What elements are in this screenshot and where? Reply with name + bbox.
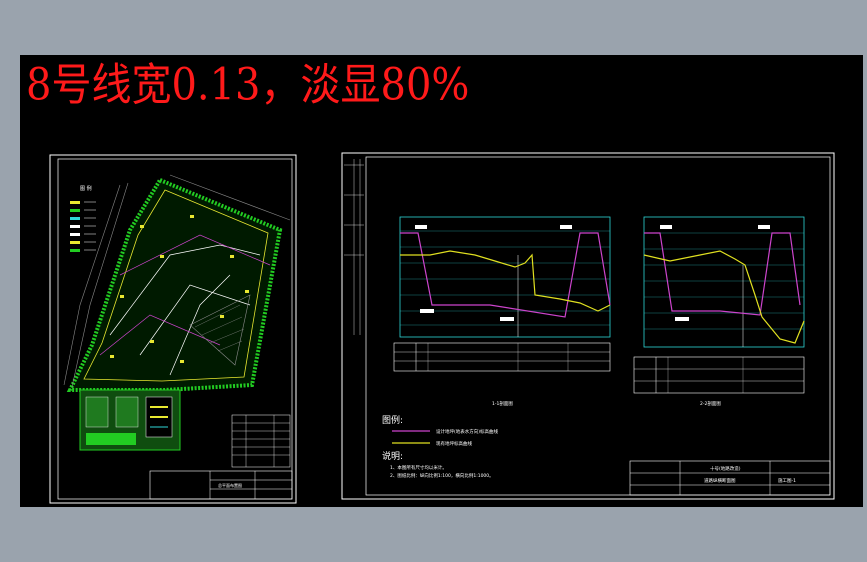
title-block-number: 施工图-1 <box>778 477 796 484</box>
cad-canvas[interactable]: 8号线宽0.13，淡显80% 图 例 总平面布置图 1-1剖面图 2-2剖面图 … <box>20 55 863 507</box>
right-title-block: 十号(地路改造) 道路纵横断面图 施工图-1 <box>629 460 831 496</box>
profile-table-1 <box>393 342 611 372</box>
notes-heading: 说明: <box>382 450 403 462</box>
section-title-1: 1-1剖面图 <box>492 400 513 407</box>
profile-chart-1[interactable] <box>399 216 611 338</box>
design-curve-1 <box>400 232 611 318</box>
title-block-project: 十号(地路改造) <box>710 465 741 472</box>
note-2: 2、图纸比例：纵向比例1:100，横向比例1:1000。 <box>390 472 494 479</box>
design-curve-2 <box>644 232 801 316</box>
left-title-block-label: 总平面布置图 <box>218 482 242 488</box>
legend-existing-label: 现有地坪标高曲线 <box>436 440 472 447</box>
profile-table-2 <box>633 356 805 394</box>
binding-strip <box>344 159 364 335</box>
legend-design-label: 设计地坪(地表水方向)标高曲线 <box>436 428 499 435</box>
right-sheet[interactable]: 1-1剖面图 2-2剖面图 图例: 设计地坪(地表水方向)标高曲线 现有地坪标高… <box>341 152 835 500</box>
site-legend <box>70 201 96 252</box>
title-block-drawing: 道路纵横断面图 <box>704 477 736 484</box>
profile-chart-2[interactable] <box>643 216 805 348</box>
note-1: 1、本图所有尺寸均以米计。 <box>390 464 447 471</box>
left-title-block: 总平面布置图 <box>149 470 293 500</box>
site-info-table <box>231 414 291 468</box>
site-building-block[interactable] <box>79 389 181 451</box>
drawing-area: 图 例 总平面布置图 1-1剖面图 2-2剖面图 图例: 设计地坪(地表水方向)… <box>49 152 835 504</box>
section-title-2: 2-2剖面图 <box>700 400 721 407</box>
site-plan[interactable] <box>63 174 291 392</box>
legend-heading: 图例: <box>382 414 403 426</box>
drawing-notes: 说明: 1、本图所有尺寸均以米计。 2、图纸比例：纵向比例1:100，横向比例1… <box>382 450 494 479</box>
site-legend-title: 图 例 <box>80 185 92 192</box>
drawing-legend: 图例: 设计地坪(地表水方向)标高曲线 现有地坪标高曲线 <box>382 414 499 447</box>
left-sheet[interactable]: 图 例 总平面布置图 <box>49 154 297 504</box>
